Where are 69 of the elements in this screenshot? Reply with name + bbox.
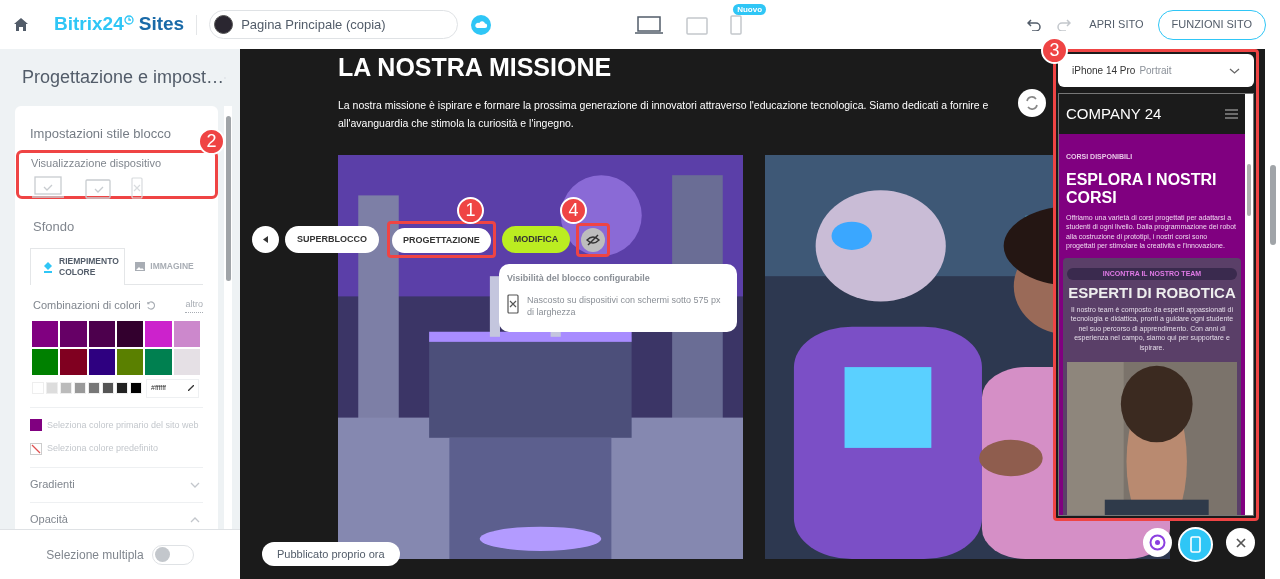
color-swatch[interactable] [88,382,100,394]
design-button[interactable]: PROGETTAZIONE [392,228,491,254]
no-color-icon [30,442,42,455]
color-swatch[interactable] [102,382,114,394]
chevron-up-icon [190,516,200,523]
device-visibility-label: Visualizzazione dispositivo [31,155,163,171]
section-heading: LA NOSTRA MISSIONE [338,52,612,83]
caret-left-icon [263,236,268,244]
open-site-link[interactable]: APRI SITO [1089,16,1144,33]
color-swatch[interactable] [145,320,172,347]
color-swatch[interactable] [60,320,87,347]
multi-select-toggle[interactable] [151,544,194,565]
preview-logo: COMPANY 24 [1066,103,1162,124]
color-swatch[interactable] [88,348,115,375]
mobile-hidden-icon [507,293,519,314]
image-icon [135,261,146,271]
mission-text: all'avanguardia che stimola la curiosità e l'ingegno. [338,116,574,131]
clock-icon [123,14,134,25]
color-swatch[interactable] [74,382,86,394]
color-swatch[interactable] [173,320,200,347]
logo-brand: Bitrix24 [54,12,124,37]
color-swatch[interactable] [117,320,144,347]
publish-status: Pubblicato proprio ora [262,542,400,566]
color-swatch[interactable] [32,320,59,347]
page-thumbnail-icon [214,15,234,34]
desktop-visible-icon[interactable] [31,175,65,199]
mission-text: La nostra missione è ispirare e formare la prossima generazione di innovatori attraverso l'educazione tecnologica. Siamo dedicati a fornire e [338,98,989,113]
close-icon [1235,537,1246,548]
edit-button[interactable]: MODIFICA [501,226,571,254]
color-swatch[interactable] [117,348,144,375]
color-swatch[interactable] [145,348,172,375]
multi-select-label: Selezione multipla [46,546,144,564]
color-swatch[interactable] [130,382,142,394]
color-combos-label: Combinazioni di colori [33,298,141,313]
chevron-down-icon [1229,67,1240,74]
tooltip-title: Visibilità del blocco configurabile [507,272,651,285]
color-swatch[interactable] [88,320,115,347]
tablet-visible-icon[interactable] [85,179,111,199]
color-swatch[interactable] [60,348,87,375]
background-tab[interactable]: RIEMPIMENTO COLORE [30,248,126,285]
tooltip-text: Nascosto su dispositivi con schermi sotto 575 px di larghezza [527,293,722,318]
mobile-preview-button[interactable] [1178,527,1213,562]
background-title: Sfondo [33,217,76,236]
paint-bucket-icon [43,261,54,273]
chevron-down-icon [190,481,200,488]
new-badge: Nuovo [733,3,766,15]
device-dropdown[interactable]: iPhone 14 Pro Portrait [1058,54,1254,87]
phone-icon [1190,536,1201,553]
home-icon[interactable] [14,18,28,31]
menu-icon[interactable] [1225,109,1238,119]
section-title: Impostazioni stile blocco [30,125,172,143]
color-swatch[interactable] [32,348,59,375]
color-swatch[interactable] [46,382,58,394]
desktop-view-icon[interactable] [634,14,665,35]
color-swatch[interactable] [60,382,72,394]
rotate-button[interactable] [1018,89,1046,117]
color-swatch[interactable] [173,348,200,375]
back-button[interactable] [252,226,279,254]
accordion-header[interactable]: Gradienti [30,466,203,502]
mobile-hidden-icon[interactable] [131,177,143,199]
primary-color-swatch[interactable] [30,419,42,432]
logo-suffix: Sites [138,12,185,37]
superblock-button[interactable]: SUPERBLOCCO [285,226,379,254]
color-swatch[interactable] [116,382,128,394]
undo-icon[interactable] [1027,18,1042,31]
sidebar-scrollbar[interactable] [224,106,232,529]
panel-title: Progettazione e impost… [22,66,225,89]
eyedropper-icon [188,385,194,391]
close-preview-button[interactable] [1226,528,1255,557]
